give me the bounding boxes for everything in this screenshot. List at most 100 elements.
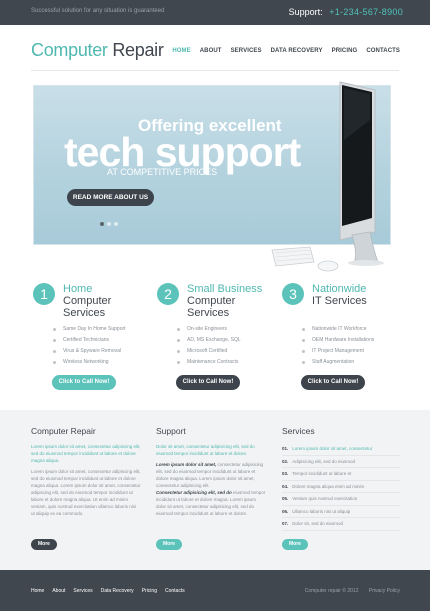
list-item[interactable]: 07. Dolor sit, sed do eiusmod xyxy=(282,518,400,531)
logo-word-repair: Repair xyxy=(112,40,164,60)
list-item[interactable]: 05. Veniam quis nostrud exercitation xyxy=(282,493,400,506)
nav-data-recovery[interactable]: DATA RECOVERY xyxy=(271,48,323,54)
footer-link-about[interactable]: About xyxy=(52,588,65,594)
call-now-button[interactable]: Click to Call Now! xyxy=(176,375,240,390)
read-more-button[interactable]: READ MORE ABOUT US xyxy=(67,189,154,206)
services-column: Services 01. Lorem ipsum dolor sit amet, … xyxy=(282,426,400,531)
feature-title: Nationwide IT Services xyxy=(312,283,367,307)
more-button[interactable]: More xyxy=(282,539,308,550)
column-body: Lorem ipsum dolor sit amet, consectetur … xyxy=(31,469,141,516)
list-item: Virus & Spyware Removal xyxy=(53,346,126,357)
feature-list: Nationwide IT Workforce OEM Hardware Ins… xyxy=(302,324,374,368)
item-number: 07. xyxy=(282,521,289,526)
list-item: Certified Technicians xyxy=(53,335,126,346)
footer: Home About Services Data Recovery Pricin… xyxy=(0,570,430,611)
support-label: Support: xyxy=(288,7,323,17)
slider-dot-1[interactable] xyxy=(100,222,104,226)
list-item: AD, MS Exchange, SQL xyxy=(177,335,241,346)
feature-title: Small Business Computer Services xyxy=(187,283,262,319)
more-wrap-1: More xyxy=(31,539,141,551)
nav-pricing[interactable]: PRICING xyxy=(332,48,358,54)
list-item: Wireless Networking xyxy=(53,357,126,368)
feature-title-line3: Services xyxy=(63,307,106,319)
list-item: OEM Hardware Installations xyxy=(302,335,374,346)
slider-sub-heading: AT COMPETITIVE PRICES xyxy=(107,167,218,177)
feature-title: Home Computer Services xyxy=(63,283,111,319)
column-body: Lorem ipsum dolor sit amet, consectetur … xyxy=(156,461,266,489)
item-text: Dolore magna aliqua enim ad minim xyxy=(292,483,365,489)
nav-contacts[interactable]: CONTACTS xyxy=(366,48,400,54)
support-phone: Support: +1-234-567-8900 xyxy=(289,7,403,17)
feature-title-line1: Nationwide xyxy=(312,283,367,295)
footer-link-services[interactable]: Services xyxy=(73,588,92,594)
privacy-policy-link[interactable]: Privacy Policy xyxy=(369,588,400,594)
tagline: Successful solution for any situation is… xyxy=(31,8,165,14)
column-intro: Dolor sit amet, consectetur adipisicing … xyxy=(156,444,255,456)
header-divider xyxy=(31,70,399,71)
feature-title-line1: Small Business xyxy=(187,283,263,295)
footer-link-home[interactable]: Home xyxy=(31,588,44,594)
feature-title-line3: Services xyxy=(187,307,230,319)
feature-list: Same Day In Home Support Certified Techn… xyxy=(53,324,126,368)
nav-home[interactable]: HOME xyxy=(172,48,190,54)
feature-number-badge: 2 xyxy=(157,283,179,305)
item-text: Tempor incididunt ut labore et xyxy=(292,471,352,476)
feature-title-line2: IT Services xyxy=(312,295,367,307)
computer-repair-column: Computer Repair Lorem ipsum dolor sit am… xyxy=(31,426,141,517)
body-bold-lead: Lorem ipsum dolor sit amet, xyxy=(156,462,217,467)
item-number: 05. xyxy=(282,496,289,501)
main-nav: HOME ABOUT SERVICES DATA RECOVERY PRICIN… xyxy=(163,48,400,54)
item-text: Adipisicing elit, sed do eiusmod xyxy=(292,458,356,464)
logo-word-computer: Computer xyxy=(31,40,108,60)
column-heading: Services xyxy=(282,426,315,436)
more-wrap-2: More xyxy=(156,539,266,551)
feature-title-line1: Home xyxy=(63,283,93,295)
call-now-button[interactable]: Click to Call Now! xyxy=(52,375,116,390)
list-item: IT Project Management xyxy=(302,346,374,357)
slider-dot-3[interactable] xyxy=(114,222,118,226)
support-column: Support Dolor sit amet, consectetur adip… xyxy=(156,426,266,517)
feature-number-badge: 3 xyxy=(282,283,304,305)
copyright: Computer repair © 2012 Privacy Policy xyxy=(296,588,400,594)
list-item: Microsoft Certified xyxy=(177,346,241,357)
feature-title-line2: Computer xyxy=(63,295,112,307)
list-item[interactable]: 06. Ullamco laboris nisi ut aliquip xyxy=(282,506,400,518)
list-item[interactable]: 04. Dolore magna aliqua enim ad minim xyxy=(282,481,400,493)
list-item: Same Day In Home Support xyxy=(53,324,126,335)
list-item[interactable]: 02. Adipisicing elit, sed do eiusmod xyxy=(282,456,400,468)
slider-pagination xyxy=(100,222,118,226)
list-item[interactable]: 03. Tempor incididunt ut labore et xyxy=(282,468,400,481)
services-list: 01. Lorem ipsum dolor sit amet, consectet… xyxy=(282,443,400,531)
item-text: Ullamco laboris nisi ut aliquip xyxy=(292,508,351,514)
feature-number-badge: 1 xyxy=(33,283,55,305)
list-item: Staff Augmentation xyxy=(302,357,374,368)
more-button[interactable]: More xyxy=(156,539,182,550)
list-item: Nationwide IT Workforce xyxy=(302,324,374,335)
list-item: Maintenance Contracts xyxy=(177,357,241,368)
column-intro: Lorem ipsum dolor sit amet, consectetur … xyxy=(31,444,141,463)
list-item: On-site Engineers xyxy=(177,324,241,335)
item-number: 02. xyxy=(282,458,289,464)
feature-title-line2: Computer xyxy=(187,295,236,307)
column-body: Consectetur adipisicing elit, sed do eiu… xyxy=(156,489,266,517)
footer-link-data-recovery[interactable]: Data Recovery xyxy=(101,588,134,594)
column-heading: Computer Repair xyxy=(31,426,96,436)
nav-about[interactable]: ABOUT xyxy=(200,48,222,54)
list-item[interactable]: 01. Lorem ipsum dolor sit amet, consectet… xyxy=(282,443,400,456)
site-logo[interactable]: Computer Repair xyxy=(31,40,164,61)
more-wrap-3: More xyxy=(282,539,392,551)
item-number: 01. xyxy=(282,446,289,451)
nav-services[interactable]: SERVICES xyxy=(231,48,262,54)
item-text: Veniam quis nostrud exercitation xyxy=(292,496,358,501)
footer-link-pricing[interactable]: Pricing xyxy=(142,588,157,594)
column-heading: Support xyxy=(156,426,186,436)
feature-list: On-site Engineers AD, MS Exchange, SQL M… xyxy=(177,324,241,368)
more-button[interactable]: More xyxy=(31,539,57,550)
footer-link-contacts[interactable]: Contacts xyxy=(165,588,185,594)
copyright-text: Computer repair © 2012 xyxy=(304,588,359,594)
body-bold-lead: Consectetur adipisicing elit, sed do xyxy=(156,490,232,495)
item-text: Dolor sit, sed do eiusmod xyxy=(292,521,344,526)
call-now-button[interactable]: Click to Call Now! xyxy=(301,375,365,390)
phone-number[interactable]: +1-234-567-8900 xyxy=(329,7,403,17)
slider-dot-2[interactable] xyxy=(107,222,111,226)
